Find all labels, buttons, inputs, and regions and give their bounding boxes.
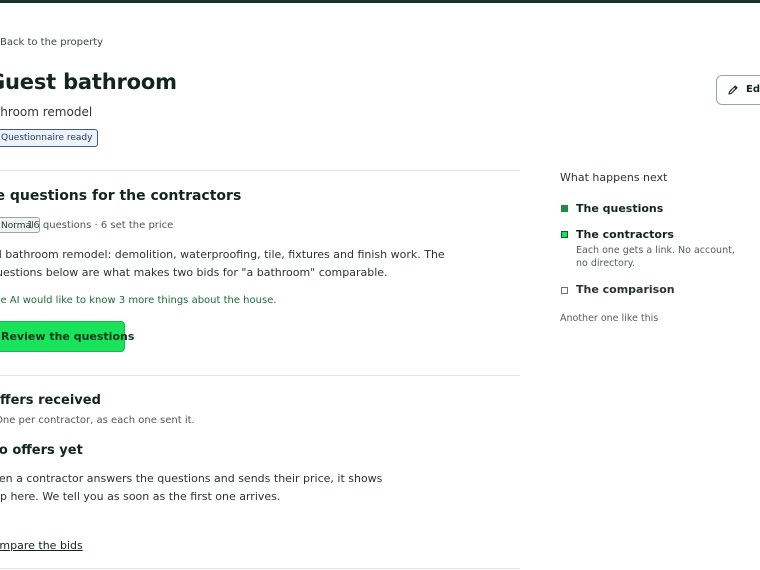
step-contractors-label: The contractors [576,228,674,241]
empty-state-line: When a contractor answers the questions … [0,472,383,485]
questions-description-line: Full bathroom remodel: demolition, water… [0,248,445,261]
status-badge: Questionnaire ready [0,129,99,147]
next-steps-heading: What happens next [560,171,668,184]
questions-section-title: The questions for the contractors [0,188,242,204]
empty-state-title: No offers yet [0,443,83,458]
step-contractors-description: Each one gets a link. No account, [576,245,735,256]
compare-bids-link[interactable]: Compare the bids [0,539,83,552]
pencil-icon [728,85,738,95]
questions-description-line: questions below are what makes two bids … [0,266,388,279]
back-link[interactable]: Back to the property [0,37,103,48]
offers-section-title: Offers received [0,393,101,408]
another-one-link[interactable]: Another one like this [560,313,658,324]
section-divider [0,170,520,171]
step-comparison-label: The comparison [576,283,675,296]
top-accent-bar [0,0,760,3]
offers-note: One per contractor, as each one sent it. [0,415,195,426]
ai-note: The AI would like to know 3 more things … [0,295,277,306]
page-title: Guest bathroom [0,70,177,94]
step-contractors-description: no directory. [576,258,636,269]
review-questions-button[interactable]: Review the questions [0,321,134,352]
page-subtitle: Bathroom remodel [0,105,93,119]
empty-state-line: up here. We tell you as soon as the firs… [0,490,281,503]
step-current-bullet [561,231,568,238]
step-pending-bullet [561,287,568,294]
questions-meta: 16 questions · 6 set the price [27,220,174,231]
section-divider [0,568,520,569]
review-questions-label: Review the questions [1,330,135,343]
edit-button[interactable]: Edit [716,75,760,105]
section-divider [0,375,520,376]
step-questions-label: The questions [576,202,664,215]
step-done-bullet [561,205,568,212]
edit-button-label: Edit [746,84,760,95]
